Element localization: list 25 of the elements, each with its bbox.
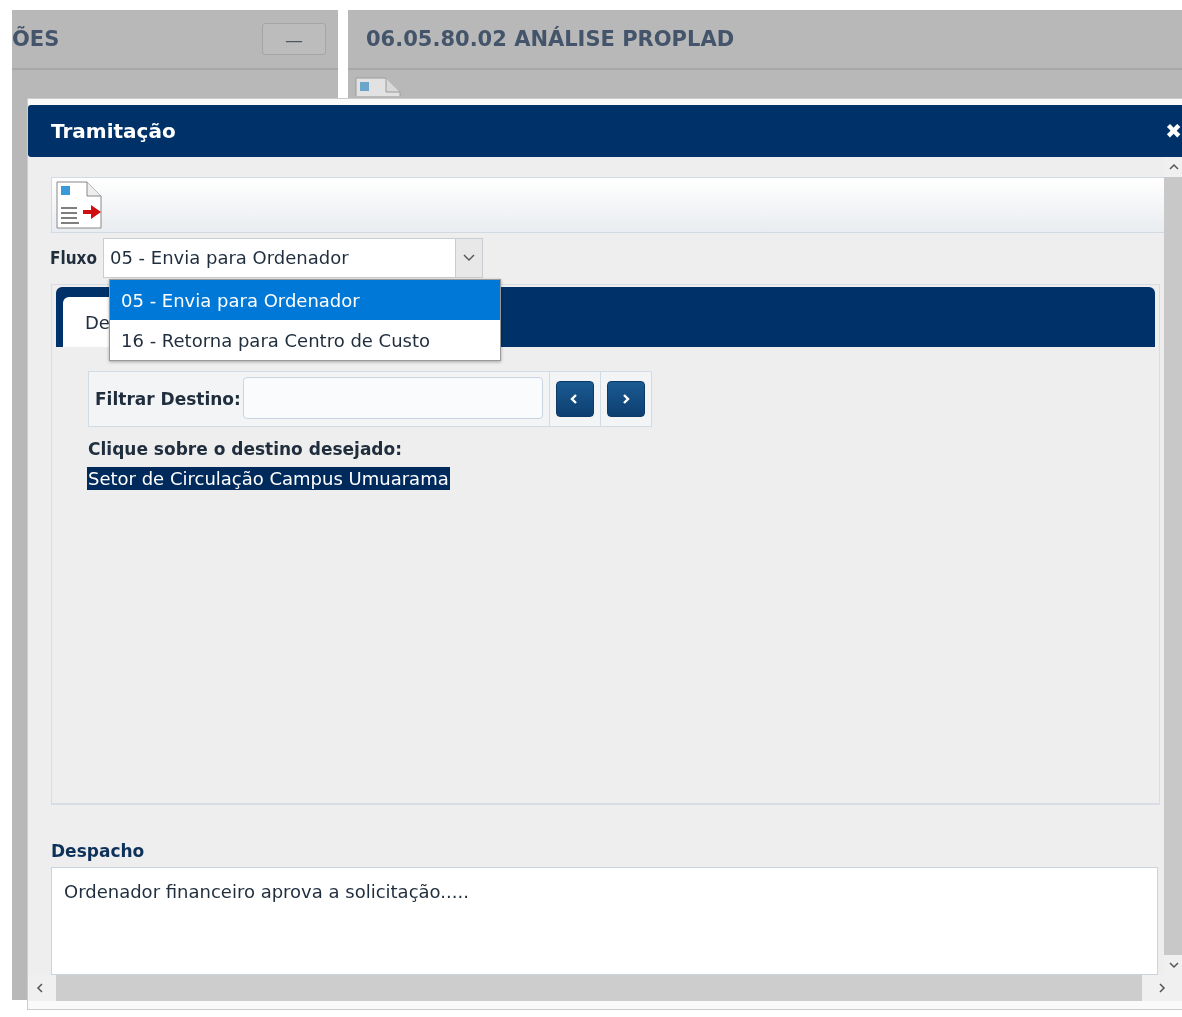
previous-button[interactable] <box>555 381 594 418</box>
minimize-button[interactable]: — <box>262 23 326 55</box>
despacho-label: Despacho <box>51 841 146 862</box>
dropdown-option[interactable]: 05 - Envia para Ordenador <box>110 280 500 321</box>
filter-field[interactable] <box>242 377 543 420</box>
horizontal-scrollbar[interactable] <box>28 975 1182 1001</box>
dialog-title: Tramitação <box>51 119 176 143</box>
filter-label: Filtrar Destino: <box>94 388 242 412</box>
chevron-down-icon <box>461 252 476 263</box>
vertical-scrollbar[interactable] <box>1164 157 1182 975</box>
fluxo-label: Fluxo <box>50 247 97 268</box>
destination-item[interactable]: Setor de Circulação Campus Umuarama <box>87 467 450 491</box>
scroll-left-icon[interactable] <box>36 982 44 994</box>
scroll-down-icon[interactable] <box>1167 961 1180 969</box>
panel-title: 06.05.80.02 ANÁLISE PROPLAD <box>366 27 735 51</box>
dropdown-option[interactable]: 16 - Retorna para Centro de Custo <box>110 320 500 361</box>
instruction-text: Clique sobre o destino desejado: <box>88 439 403 460</box>
despacho-field[interactable]: Ordenador financeiro aprova a solicitação..... <box>51 867 1158 975</box>
send-document-icon[interactable] <box>55 180 103 231</box>
scroll-up-icon[interactable] <box>1167 163 1180 171</box>
scroll-right-icon[interactable] <box>1158 982 1166 994</box>
next-button[interactable] <box>606 381 645 418</box>
fluxo-dropdown[interactable]: 05 - Envia para Ordenador <box>102 237 483 278</box>
panel-title: ÕES <box>12 27 60 51</box>
close-button[interactable]: ✖ <box>1165 119 1182 143</box>
